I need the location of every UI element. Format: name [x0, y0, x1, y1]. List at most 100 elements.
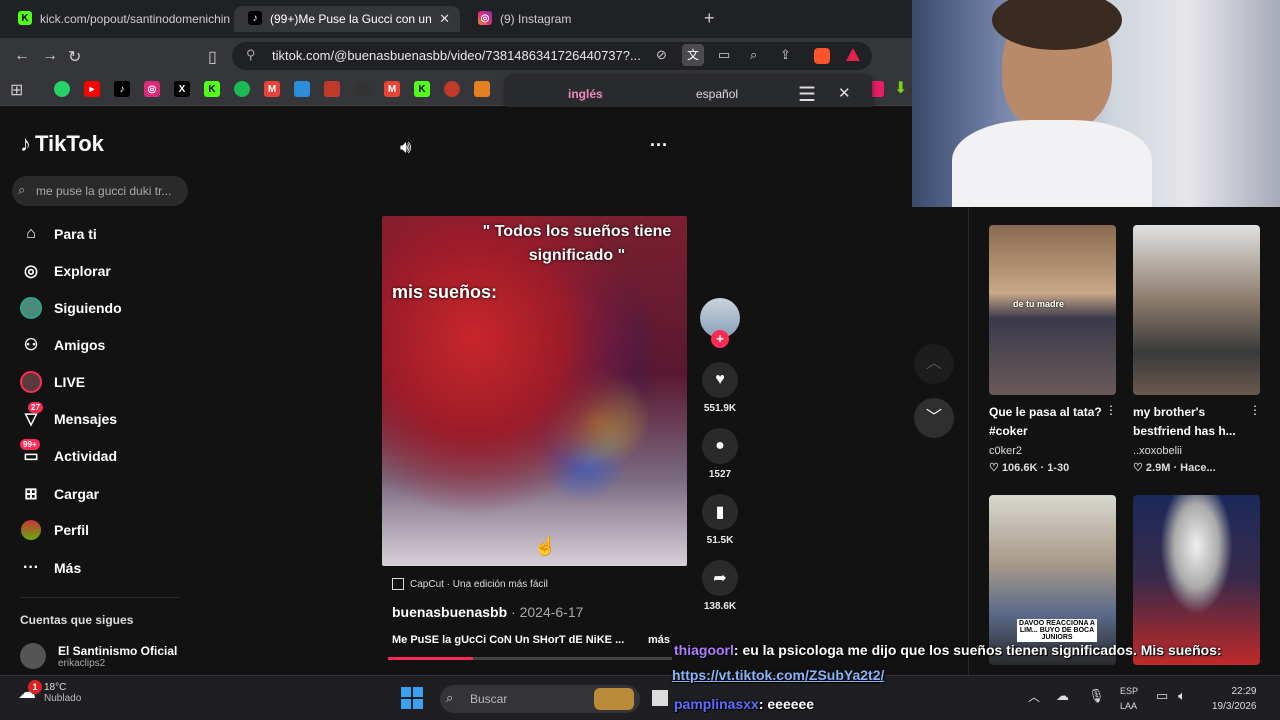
chat-link[interactable]: https://vt.tiktok.com/ZSubYa2t2/ — [672, 667, 884, 683]
reload-icon[interactable]: ↻ — [68, 47, 81, 67]
site-info-icon[interactable]: ⚲ — [246, 47, 256, 63]
close-icon[interactable]: ✕ — [439, 11, 450, 27]
apps-grid-icon[interactable]: ⊞ — [10, 80, 23, 100]
nav-live[interactable]: LIVE — [20, 370, 85, 394]
tab-instagram[interactable]: ◎ (9) Instagram — [464, 6, 690, 32]
volume-icon[interactable]: 🔊︎ — [400, 137, 411, 158]
comment-button[interactable]: ● 1527 — [700, 428, 740, 480]
nav-cargar[interactable]: ⊞ Cargar — [20, 482, 99, 506]
youtube-icon[interactable]: ▸ — [84, 81, 100, 97]
translate-lang-other[interactable]: español — [696, 87, 738, 101]
whatsapp-icon[interactable] — [54, 81, 70, 97]
close-icon[interactable]: ✕ — [838, 84, 851, 102]
tab-label: kick.com/popout/santinodomenichin — [40, 12, 230, 26]
nav-label: Explorar — [54, 263, 111, 279]
more-options-icon[interactable]: ··· — [650, 135, 668, 156]
zoom-icon[interactable]: ⌕ — [750, 47, 757, 63]
nav-label: Para ti — [54, 226, 97, 242]
new-tab-icon[interactable]: + — [704, 8, 715, 29]
kick-icon[interactable]: K — [414, 81, 430, 97]
prev-video-button[interactable]: ︿ — [914, 344, 954, 384]
nav-mas[interactable]: ··· Más — [20, 556, 81, 580]
gmail-icon[interactable]: M — [264, 81, 280, 97]
brave-shield-icon[interactable] — [814, 48, 830, 64]
instagram-icon[interactable]: ◎ — [144, 81, 160, 97]
tiktok-note-icon: ♪ — [20, 131, 31, 156]
more-link[interactable]: más — [648, 634, 670, 646]
nav-para-ti[interactable]: ⌂ Para ti — [20, 222, 97, 246]
nav-mensajes[interactable]: ▽ 27 Mensajes — [20, 402, 117, 431]
download-icon[interactable]: ⬇ — [894, 78, 907, 98]
creator-avatar-button[interactable]: + — [700, 298, 740, 348]
following-avatar-icon — [20, 297, 42, 319]
search-icon: ⌕ — [446, 690, 454, 705]
nav-label: Amigos — [54, 337, 106, 353]
video-caption-mid: mis sueños: — [392, 282, 498, 302]
share-count: 138.6K — [703, 601, 737, 612]
back-icon[interactable]: ← — [14, 47, 30, 65]
following-account[interactable]: El Santinismo Oficial erikaclips2 — [20, 643, 177, 669]
cast-icon[interactable]: ▭ — [718, 47, 730, 63]
nav-label: Actividad — [54, 448, 118, 464]
forward-icon[interactable]: → — [42, 47, 58, 65]
tab-kick[interactable]: K kick.com/popout/santinodomenichin — [4, 6, 230, 32]
compass-icon: ◎ — [24, 263, 38, 280]
bookmark-blue-icon[interactable] — [294, 81, 310, 97]
next-video-button[interactable]: ﹀ — [914, 398, 954, 438]
bookmark-green-icon[interactable] — [234, 81, 250, 97]
nav-explorar[interactable]: ◎ Explorar — [20, 259, 111, 283]
related-likes: 2.9M — [1145, 462, 1171, 474]
share-button[interactable]: ➦ 138.6K — [700, 560, 740, 612]
translate-lang-active[interactable]: inglés — [568, 87, 603, 101]
comment-icon: ● — [702, 428, 738, 464]
capcut-link[interactable]: CapCut · Una edición más fácil — [392, 576, 548, 592]
video-author[interactable]: buenasbuenasbb — [392, 604, 507, 620]
video-progress-track[interactable] — [388, 657, 672, 660]
related-thumb-2[interactable] — [1133, 225, 1260, 395]
taskbar-search[interactable]: ⌕ Buscar — [440, 685, 640, 713]
share-icon[interactable]: ⇪ — [780, 47, 791, 63]
follow-plus-icon[interactable]: + — [711, 330, 729, 348]
video-player[interactable]: " Todos los sueños tiene significado " m… — [382, 216, 687, 566]
tab-tiktok[interactable]: ♪ (99+)Me Puse la Gucci con un ✕ — [234, 6, 460, 32]
kick-icon[interactable]: K — [204, 81, 220, 97]
gmail-icon[interactable]: M — [384, 81, 400, 97]
tiktok-icon[interactable]: ♪ — [114, 81, 130, 97]
tiktok-logo[interactable]: ♪ TikTok — [20, 131, 104, 157]
bookmark-red-icon[interactable] — [444, 81, 460, 97]
search-box[interactable]: ⌕ me puse la gucci duki tr... — [12, 176, 188, 206]
search-input[interactable]: me puse la gucci duki tr... — [36, 184, 171, 198]
bookmark-icon[interactable]: ▯ — [208, 47, 217, 67]
no-track-icon[interactable]: ⊘ — [656, 47, 667, 63]
related-videos-panel: de tu madre Que le pasa al tata? #coker … — [968, 207, 1280, 675]
related-info-2[interactable]: my brother's bestfriend has h... ..xoxob… — [1133, 403, 1251, 474]
related-date: 1-30 — [1047, 462, 1070, 474]
url-field[interactable]: ⚲ tiktok.com/@buenasbuenasbb/video/73814… — [232, 42, 872, 70]
nav-actividad[interactable]: ▭ 99+ Actividad — [20, 439, 118, 468]
related-info-1[interactable]: Que le pasa al tata? #coker c0ker2 ♡ 106… — [989, 403, 1107, 474]
related-thumb-1[interactable]: de tu madre — [989, 225, 1116, 395]
nav-siguiendo[interactable]: Siguiendo — [20, 296, 122, 320]
github-icon[interactable] — [354, 81, 370, 97]
task-view-icon[interactable] — [652, 690, 668, 706]
weather-widget[interactable]: ☁ 1 18°C Nublado — [18, 680, 81, 704]
chart-icon[interactable] — [324, 81, 340, 97]
account-handle: erikaclips2 — [58, 657, 106, 669]
like-button[interactable]: ♥ 551.9K — [700, 362, 740, 414]
translate-icon[interactable]: 文 — [682, 44, 704, 66]
stream-chat-overlay: thiagoorl: eu la psicologa me dijo que l… — [672, 640, 1280, 720]
brave-rewards-icon[interactable] — [846, 48, 860, 61]
related-stats: ♡ 106.6K · 1-30 — [989, 462, 1070, 474]
more-options-icon[interactable]: ⋮ — [1105, 403, 1117, 417]
save-button[interactable]: ▮ 51.5K — [700, 494, 740, 546]
nav-perfil[interactable]: Perfil — [20, 518, 89, 542]
nav-amigos[interactable]: ⚇ Amigos — [20, 333, 106, 357]
windows-start-icon[interactable] — [401, 687, 423, 709]
related-title: Que le pasa al tata? #coker — [989, 405, 1102, 438]
video-date: 2024-6-17 — [519, 604, 584, 620]
menu-icon[interactable]: ☰ — [798, 82, 816, 107]
nav-label: LIVE — [54, 374, 86, 390]
x-icon[interactable]: X — [174, 81, 190, 97]
bookmark-orange-icon[interactable] — [474, 81, 490, 97]
more-options-icon[interactable]: ⋮ — [1249, 403, 1261, 417]
